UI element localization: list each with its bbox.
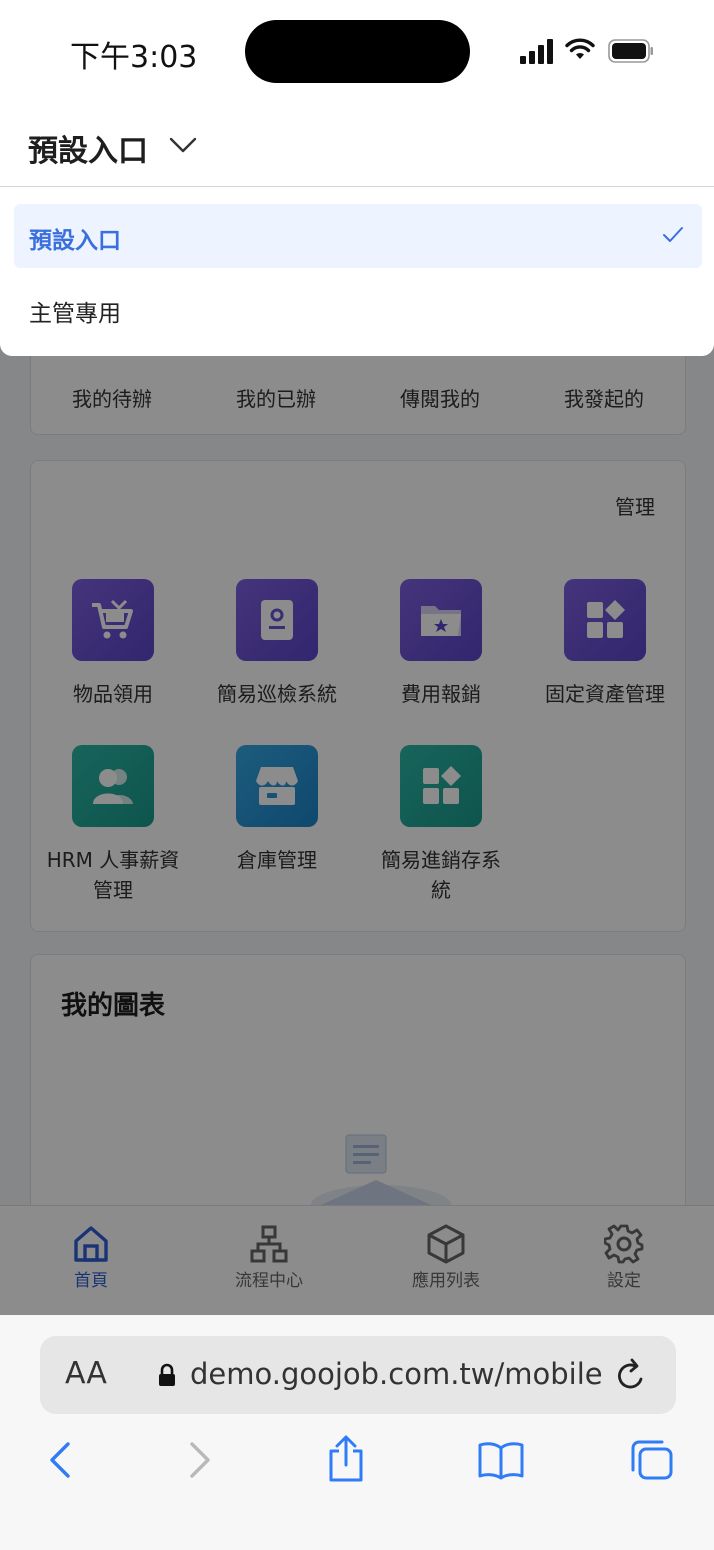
portal-selector[interactable]: 預設入口 <box>28 126 148 170</box>
wifi-icon <box>565 38 595 59</box>
lock-icon <box>159 1363 175 1386</box>
signal-icon <box>520 38 556 64</box>
tabs-icon[interactable] <box>630 1440 674 1480</box>
text-size-button[interactable]: AA <box>65 1356 107 1391</box>
back-icon[interactable] <box>46 1440 74 1480</box>
share-icon[interactable] <box>326 1435 366 1483</box>
browser-toolbar: AA demo.goojob.com.tw/mobile <box>0 1315 714 1550</box>
page-header: 預設入口 <box>0 100 714 187</box>
bookmarks-icon[interactable] <box>477 1440 525 1480</box>
address-bar[interactable]: AA demo.goojob.com.tw/mobile <box>40 1336 676 1414</box>
forward-icon[interactable] <box>186 1440 214 1480</box>
portal-dropdown: 預設入口 主管專用 <box>0 187 714 356</box>
reload-icon[interactable] <box>614 1357 648 1393</box>
option-label: 預設入口 <box>29 228 121 254</box>
dim-overlay[interactable] <box>0 187 714 1315</box>
option-default-portal[interactable]: 預設入口 <box>14 204 702 268</box>
check-icon <box>663 227 683 242</box>
dynamic-island <box>245 20 470 83</box>
status-bar: 下午3:03 <box>0 0 714 100</box>
url-text[interactable]: demo.goojob.com.tw/mobile <box>190 1357 603 1391</box>
status-time: 下午3:03 <box>70 40 198 75</box>
battery-icon <box>608 39 653 63</box>
option-label: 主管專用 <box>29 301 121 327</box>
chevron-down-icon[interactable] <box>168 134 198 156</box>
option-manager-portal[interactable]: 主管專用 <box>14 277 702 341</box>
